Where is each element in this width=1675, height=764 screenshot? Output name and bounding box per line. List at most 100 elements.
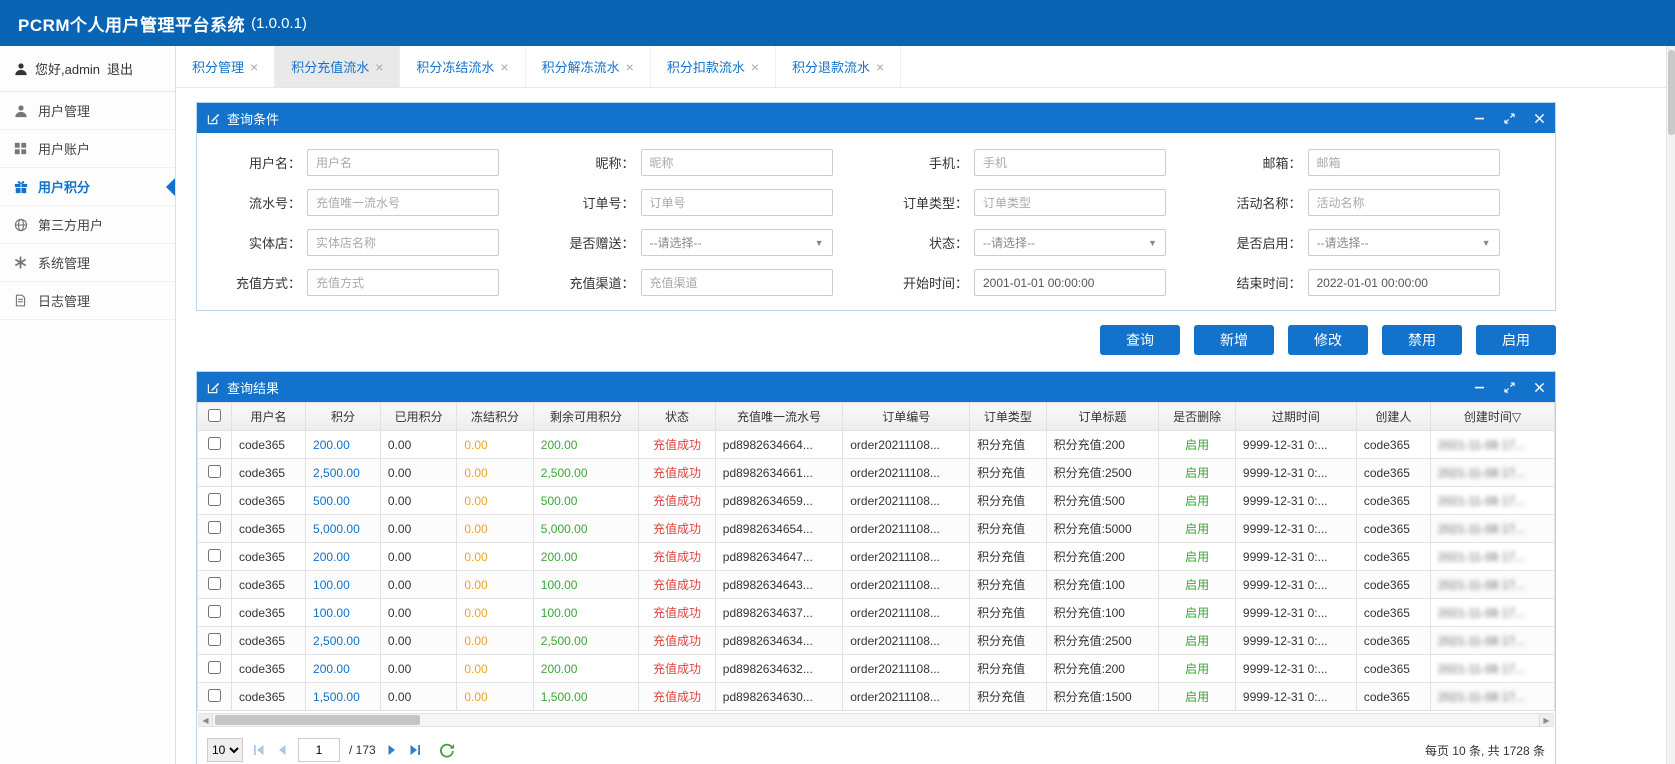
tab[interactable]: 积分扣款流水 ×	[651, 46, 776, 87]
table-cell: 9999-12-31 0:...	[1235, 431, 1356, 459]
column-header[interactable]: 用户名	[232, 403, 306, 431]
table-row[interactable]: code365100.000.000.00100.00充值成功pd8982634…	[198, 571, 1555, 599]
end-time-input[interactable]	[1308, 269, 1500, 296]
column-header[interactable]: 状态	[639, 403, 715, 431]
minimize-icon[interactable]	[1474, 382, 1485, 393]
sidebar-item[interactable]: 系统管理	[0, 244, 175, 282]
table-row[interactable]: code3652,500.000.000.002,500.00充值成功pd898…	[198, 459, 1555, 487]
store-input[interactable]	[307, 229, 499, 256]
table-cell: 积分充值	[970, 655, 1046, 683]
next-page-icon[interactable]	[385, 743, 399, 757]
scrollbar-thumb[interactable]	[215, 715, 420, 725]
start-time-input[interactable]	[974, 269, 1166, 296]
tab-close-icon[interactable]: ×	[876, 60, 884, 74]
expand-icon[interactable]	[1504, 382, 1515, 393]
tab[interactable]: 积分退款流水 ×	[776, 46, 901, 87]
table-row[interactable]: code3655,000.000.000.005,000.00充值成功pd898…	[198, 515, 1555, 543]
username-input[interactable]	[307, 149, 499, 176]
sidebar-item[interactable]: 日志管理	[0, 282, 175, 320]
row-checkbox[interactable]	[208, 661, 221, 674]
scroll-left-icon[interactable]: ◀	[199, 714, 213, 726]
is-enabled-select[interactable]: --请选择-- ▼	[1308, 229, 1500, 256]
column-header[interactable]: 是否删除	[1159, 403, 1235, 431]
query-button[interactable]: 查询	[1100, 325, 1180, 355]
row-checkbox[interactable]	[208, 521, 221, 534]
order-no-input[interactable]	[641, 189, 833, 216]
expand-icon[interactable]	[1504, 113, 1515, 124]
is-gift-select[interactable]: --请选择-- ▼	[641, 229, 833, 256]
tab-close-icon[interactable]: ×	[250, 60, 258, 74]
select-all-checkbox[interactable]	[208, 409, 221, 422]
table-cell: 0.00	[380, 543, 456, 571]
add-button[interactable]: 新增	[1194, 325, 1274, 355]
sidebar-item[interactable]: 用户账户	[0, 130, 175, 168]
row-checkbox[interactable]	[208, 493, 221, 506]
row-checkbox[interactable]	[208, 689, 221, 702]
minimize-icon[interactable]	[1474, 113, 1485, 124]
recharge-method-input[interactable]	[307, 269, 499, 296]
tab-close-icon[interactable]: ×	[626, 60, 634, 74]
column-header[interactable]: 订单标题	[1046, 403, 1159, 431]
status-select[interactable]: --请选择-- ▼	[974, 229, 1166, 256]
order-type-input[interactable]	[974, 189, 1166, 216]
first-page-icon[interactable]	[252, 743, 266, 757]
table-cell: 积分充值:2500	[1046, 627, 1159, 655]
column-header[interactable]: 剩余可用积分	[533, 403, 639, 431]
table-cell: 积分充值	[970, 487, 1046, 515]
row-checkbox[interactable]	[208, 577, 221, 590]
tab-close-icon[interactable]: ×	[375, 60, 383, 74]
column-header[interactable]: 冻结积分	[457, 403, 533, 431]
logout-link[interactable]: 退出	[107, 59, 133, 78]
vertical-scrollbar[interactable]	[1666, 46, 1675, 764]
table-row[interactable]: code365200.000.000.00200.00充值成功pd8982634…	[198, 655, 1555, 683]
mobile-input[interactable]	[974, 149, 1166, 176]
tab-close-icon[interactable]: ×	[751, 60, 759, 74]
serial-no-input[interactable]	[307, 189, 499, 216]
page-number-input[interactable]	[298, 738, 340, 762]
close-icon[interactable]	[1534, 113, 1545, 124]
table-row[interactable]: code3651,500.000.000.001,500.00充值成功pd898…	[198, 683, 1555, 711]
vertical-scrollbar-thumb[interactable]	[1668, 50, 1675, 135]
scroll-right-icon[interactable]: ▶	[1539, 714, 1553, 726]
nickname-input[interactable]	[641, 149, 833, 176]
sidebar-item[interactable]: 第三方用户	[0, 206, 175, 244]
row-checkbox[interactable]	[208, 549, 221, 562]
tab[interactable]: 积分充值流水 ×	[275, 46, 400, 87]
page-size-select[interactable]: 10	[207, 738, 243, 762]
last-page-icon[interactable]	[408, 743, 422, 757]
column-header[interactable]: 创建人	[1356, 403, 1430, 431]
disable-button[interactable]: 禁用	[1382, 325, 1462, 355]
tab[interactable]: 积分管理 ×	[176, 46, 275, 87]
column-header[interactable]: 充值唯一流水号	[715, 403, 842, 431]
column-header[interactable]: 订单类型	[970, 403, 1046, 431]
email-input[interactable]	[1308, 149, 1500, 176]
refresh-icon[interactable]	[439, 742, 455, 758]
table-row[interactable]: code365200.000.000.00200.00充值成功pd8982634…	[198, 543, 1555, 571]
sidebar-item[interactable]: 用户积分	[0, 168, 175, 206]
sidebar-item[interactable]: 用户管理	[0, 92, 175, 130]
close-icon[interactable]	[1534, 382, 1545, 393]
modify-button[interactable]: 修改	[1288, 325, 1368, 355]
column-header[interactable]: 已用积分	[380, 403, 456, 431]
tab[interactable]: 积分冻结流水 ×	[400, 46, 525, 87]
row-checkbox[interactable]	[208, 633, 221, 646]
activity-name-input[interactable]	[1308, 189, 1500, 216]
enable-button[interactable]: 启用	[1476, 325, 1556, 355]
table-row[interactable]: code365500.000.000.00500.00充值成功pd8982634…	[198, 487, 1555, 515]
row-select-cell	[198, 683, 232, 711]
tab-close-icon[interactable]: ×	[500, 60, 508, 74]
tab[interactable]: 积分解冻流水 ×	[526, 46, 651, 87]
table-row[interactable]: code365200.000.000.00200.00充值成功pd8982634…	[198, 431, 1555, 459]
row-checkbox[interactable]	[208, 437, 221, 450]
prev-page-icon[interactable]	[275, 743, 289, 757]
row-checkbox[interactable]	[208, 605, 221, 618]
recharge-channel-input[interactable]	[641, 269, 833, 296]
table-row[interactable]: code3652,500.000.000.002,500.00充值成功pd898…	[198, 627, 1555, 655]
row-checkbox[interactable]	[208, 465, 221, 478]
column-header[interactable]: 创建时间▽	[1430, 403, 1554, 431]
horizontal-scrollbar[interactable]: ◀ ▶	[198, 713, 1554, 727]
column-header[interactable]: 过期时间	[1235, 403, 1356, 431]
column-header[interactable]: 订单编号	[843, 403, 970, 431]
table-row[interactable]: code365100.000.000.00100.00充值成功pd8982634…	[198, 599, 1555, 627]
column-header[interactable]: 积分	[306, 403, 381, 431]
